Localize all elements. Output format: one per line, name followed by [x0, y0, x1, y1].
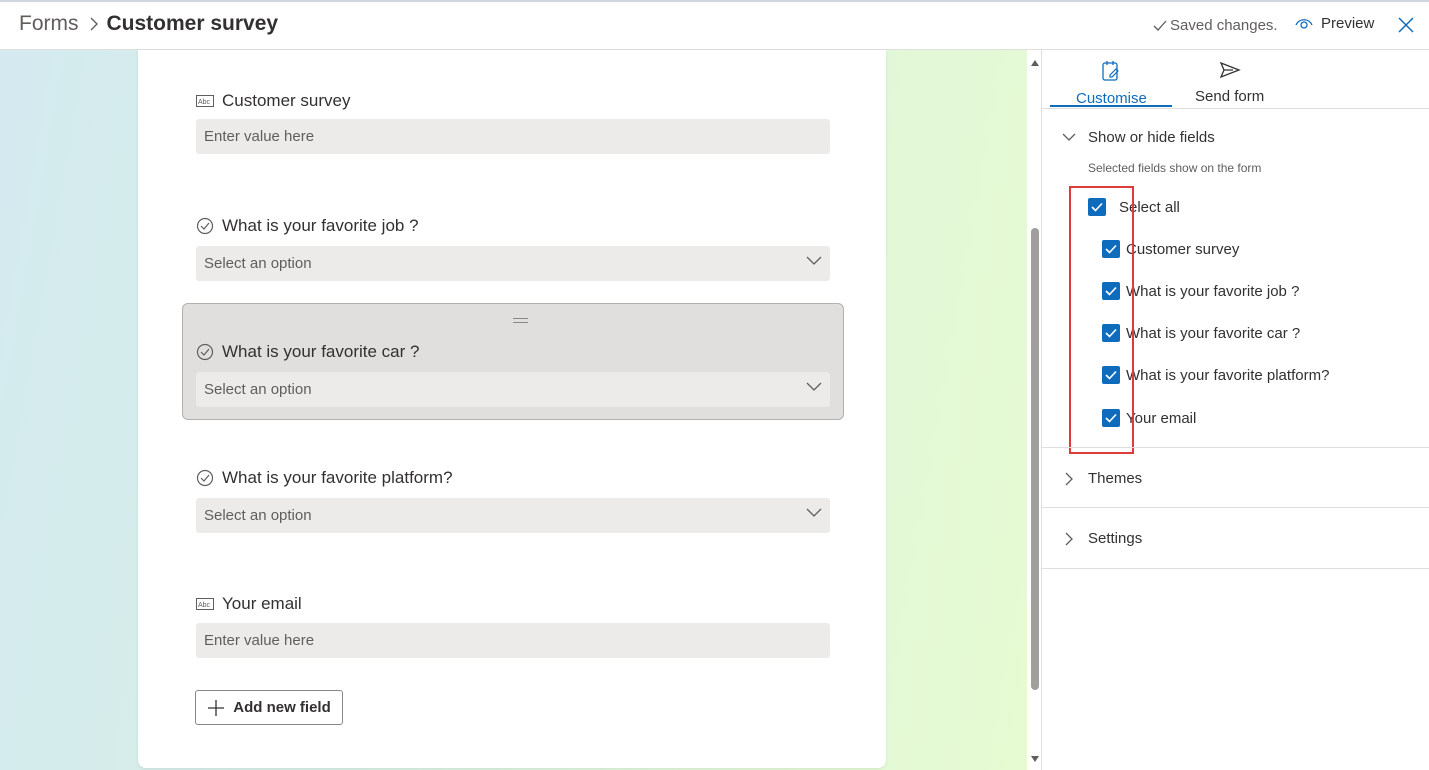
field-label: What is your favorite job ?	[222, 216, 419, 235]
chevron-right-icon	[1065, 472, 1073, 485]
eye-icon	[1295, 18, 1313, 29]
field-label: Customer survey	[222, 91, 351, 110]
themes-toggle[interactable]: Themes	[1062, 470, 1142, 487]
select-dropdown[interactable]: Select an option	[196, 246, 830, 281]
checkmark-icon	[1153, 20, 1167, 31]
scroll-up-arrow-icon[interactable]	[1031, 60, 1039, 66]
checkbox-label: What is your favorite job ?	[1126, 282, 1300, 300]
text-field-icon: Abc	[196, 598, 214, 610]
close-button[interactable]	[1396, 15, 1416, 35]
breadcrumb: Forms Customer survey	[19, 12, 278, 36]
checkbox-label: Customer survey	[1126, 240, 1240, 258]
checkbox-label: What is your favorite platform?	[1126, 366, 1330, 384]
form-field[interactable]: What is your favorite platform? Select a…	[196, 467, 830, 533]
choice-field-icon	[196, 217, 214, 235]
section-title: Show or hide fields	[1088, 129, 1215, 146]
section-title: Themes	[1088, 470, 1143, 487]
checkbox-label: Your email	[1126, 409, 1197, 427]
breadcrumb-forms-link[interactable]: Forms	[19, 12, 79, 36]
active-tab-indicator	[1050, 105, 1172, 107]
chevron-down-icon	[806, 256, 822, 265]
choice-field-icon	[196, 469, 214, 487]
choice-field-icon	[196, 343, 214, 361]
section-divider	[1042, 568, 1429, 569]
preview-label: Preview	[1321, 15, 1375, 32]
svg-text:Abc: Abc	[198, 602, 211, 609]
select-placeholder: Select an option	[204, 255, 312, 272]
chevron-right-icon	[89, 17, 99, 31]
section-divider	[1042, 447, 1429, 448]
page-title: Customer survey	[106, 12, 279, 35]
checkbox-label: What is your favorite car ?	[1126, 324, 1301, 342]
saved-status-text: Saved changes.	[1170, 17, 1278, 34]
text-field-icon: Abc	[196, 95, 214, 107]
text-input[interactable]: Enter value here	[196, 119, 830, 154]
section-description: Selected fields show on the form	[1088, 161, 1262, 175]
select-dropdown[interactable]: Select an option	[196, 372, 830, 407]
app-header: Forms Customer survey Saved changes. Pre…	[0, 0, 1429, 50]
tab-customise[interactable]: Customise	[1076, 60, 1147, 107]
preview-button[interactable]: Preview	[1295, 15, 1374, 32]
form-field[interactable]: Abc Customer survey Enter value here	[196, 90, 830, 154]
drag-handle-icon[interactable]	[513, 318, 528, 323]
field-label: What is your favorite car ?	[222, 342, 420, 361]
scrollbar-thumb[interactable]	[1031, 228, 1039, 690]
tabs-divider	[1042, 108, 1429, 109]
send-icon	[1219, 61, 1241, 79]
input-placeholder: Enter value here	[204, 632, 315, 649]
tab-send-form[interactable]: Send form	[1195, 60, 1264, 105]
select-placeholder: Select an option	[204, 507, 312, 524]
field-label: Your email	[222, 594, 302, 613]
customise-icon	[1102, 61, 1120, 81]
form-field[interactable]: Abc Your email Enter value here	[196, 593, 830, 658]
plus-icon	[208, 699, 225, 716]
top-border	[0, 0, 1429, 2]
chevron-down-icon	[1062, 133, 1076, 141]
select-dropdown[interactable]: Select an option	[196, 498, 830, 533]
section-divider	[1042, 507, 1429, 508]
chevron-down-icon	[806, 382, 822, 391]
show-hide-fields-toggle[interactable]: Show or hide fields	[1062, 129, 1215, 146]
section-title: Settings	[1088, 530, 1143, 547]
field-visibility-checkbox[interactable]: What is your favorite platform?	[1102, 366, 1329, 384]
chevron-down-icon	[806, 508, 822, 517]
svg-text:Abc: Abc	[198, 99, 211, 106]
select-placeholder: Select an option	[204, 381, 312, 398]
form-field[interactable]: What is your favorite job ? Select an op…	[196, 215, 830, 281]
text-input[interactable]: Enter value here	[196, 623, 830, 658]
annotation-highlight-box	[1069, 186, 1134, 454]
close-icon	[1398, 17, 1414, 33]
saved-status: Saved changes.	[1153, 17, 1278, 34]
add-new-field-button[interactable]: Add new field	[195, 690, 343, 725]
add-new-field-label: Add new field	[233, 699, 331, 716]
scroll-down-arrow-icon[interactable]	[1031, 756, 1039, 762]
tab-label: Send form	[1195, 88, 1265, 105]
input-placeholder: Enter value here	[204, 128, 315, 145]
form-field[interactable]: What is your favorite car ? Select an op…	[196, 341, 830, 407]
chevron-right-icon	[1065, 532, 1073, 545]
settings-toggle[interactable]: Settings	[1062, 530, 1142, 547]
field-label: What is your favorite platform?	[222, 468, 453, 487]
